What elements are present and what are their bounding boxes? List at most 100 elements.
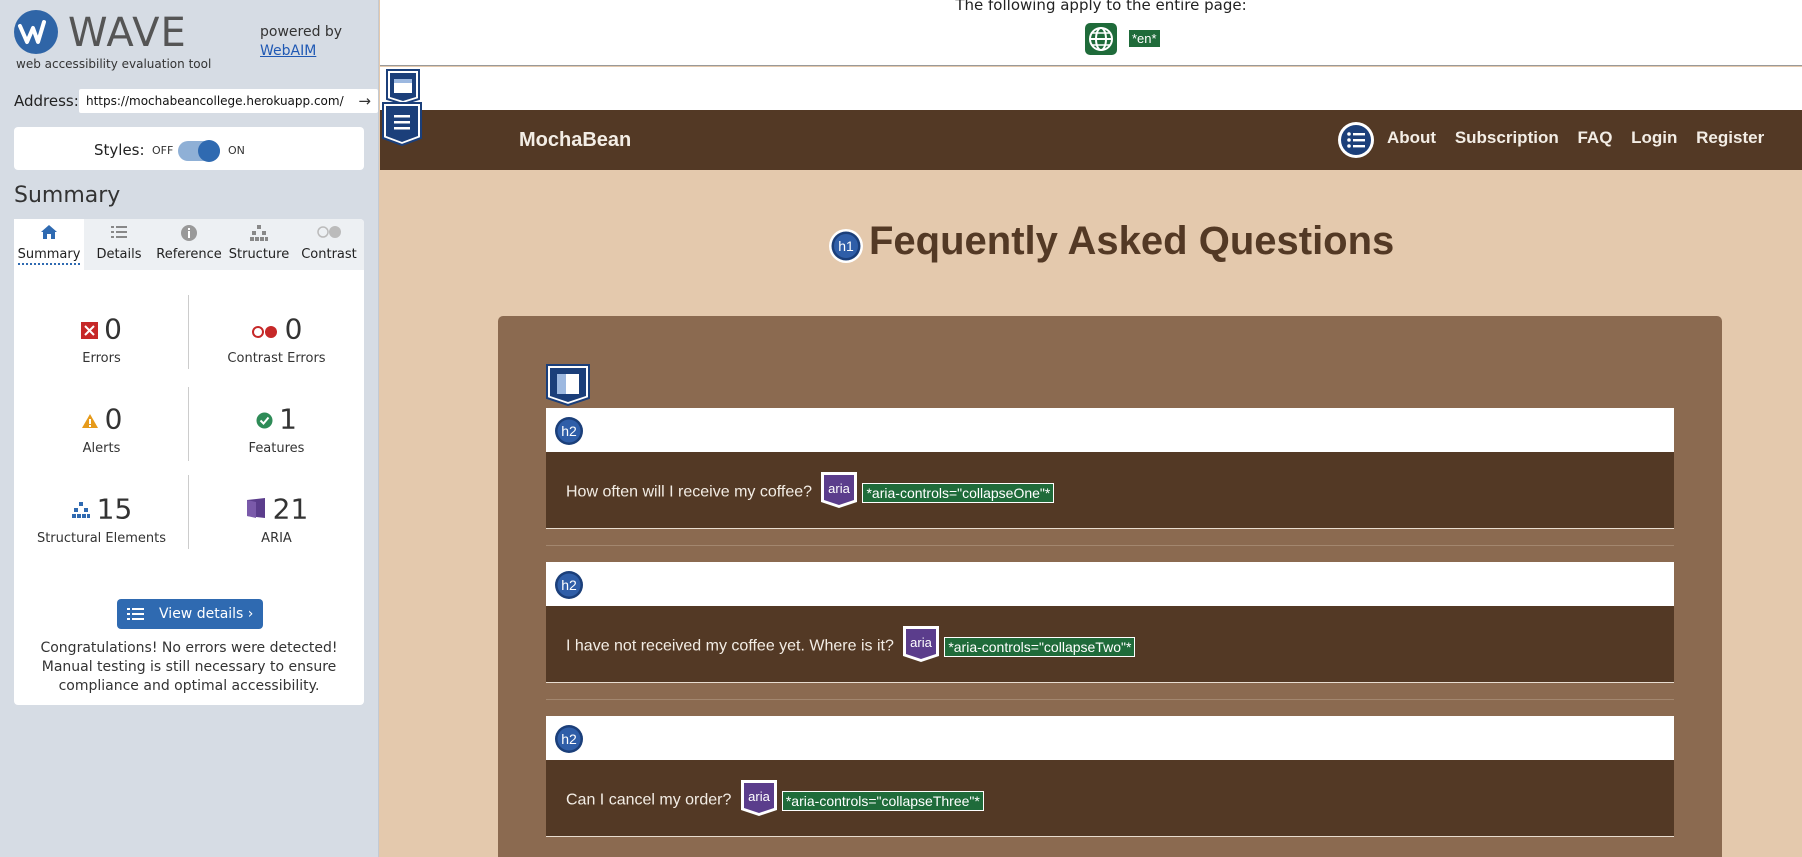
aria-controls-code: *aria-controls="collapseTwo"* [944,636,1136,657]
view-details-button[interactable]: View details › [117,599,263,629]
page-strip [380,67,1802,110]
tab-label: Structure [228,247,290,262]
wave-logo-icon [14,10,58,54]
stat-features[interactable]: 1 Features [189,401,364,457]
page-level-bar: The following apply to the entire page: … [380,0,1802,66]
aria-controls-code: *aria-controls="collapseThree"* [781,790,984,811]
tab-structure[interactable]: Structure [224,219,294,270]
arrow-right-icon[interactable]: → [358,92,371,110]
globe-icon[interactable] [1085,23,1117,55]
styles-off-label: OFF [152,144,174,157]
page-title: Fequently Asked Questions [869,219,1395,263]
aria-badge-text: aria [829,481,851,496]
powered-by: powered by WebAIM [260,23,342,61]
h2-badge-text: h2 [561,577,577,593]
nav-subscription[interactable]: Subscription [1455,128,1559,147]
tab-label: Summary [17,247,81,265]
faq-question-1[interactable]: How often will I receive my coffee? aria… [546,452,1674,529]
summary-panel: Summary Details Reference Structure Cont… [14,219,364,705]
navigation-region-icon[interactable] [382,102,422,150]
contrast-errors-count: 0 [284,312,303,346]
contrast-errors-label: Contrast Errors [227,351,326,366]
errors-count: 0 [104,312,122,346]
address-label: Address: [14,92,79,110]
h2-badge-icon[interactable]: h2 [553,415,585,451]
h2-row: h2 [546,716,1674,760]
styles-on-label: ON [228,144,245,157]
question-row: I have not received my coffee yet. Where… [566,625,1136,668]
view-details-label: View details › [159,606,254,622]
home-icon [14,219,84,243]
address-input[interactable] [86,90,344,112]
nav-list-icon[interactable] [1337,121,1375,163]
question-row: Can I cancel my order? aria *aria-contro… [566,779,984,822]
features-count: 1 [279,402,297,436]
nav-register[interactable]: Register [1696,128,1764,147]
tab-label: Details [96,247,142,262]
aria-label: ARIA [261,531,292,546]
wave-sidebar: WAVE web accessibility evaluation tool p… [0,0,379,857]
aria-badge-icon[interactable]: aria [902,625,940,668]
divider [546,699,1674,700]
evaluated-page: The following apply to the entire page: … [380,0,1802,857]
powered-by-text: powered by [260,24,343,40]
tab-details[interactable]: Details [84,219,154,270]
h1-badge-text: h1 [838,238,854,254]
language-tag: *en* [1128,29,1161,48]
h2-badge-text: h2 [561,731,577,747]
webaim-link[interactable]: WebAIM [260,42,342,61]
aria-badge-icon[interactable]: aria [740,779,778,822]
info-icon [154,219,224,243]
stat-aria[interactable]: 21 ARIA [189,491,364,546]
styles-toggle-box: Styles: OFF ON [14,127,364,170]
question-text: Can I cancel my order? [566,791,732,809]
aria-icon [245,493,267,526]
summary-title: Summary [14,183,121,208]
structure-icon [71,493,91,526]
stat-contrast-errors[interactable]: 0 Contrast Errors [189,311,364,367]
question-text: How often will I receive my coffee? [566,483,813,501]
site-brand[interactable]: MochaBean [519,129,631,152]
stat-errors[interactable]: 0 Errors [14,311,189,366]
site-navbar: MochaBean About Subscription FAQ Login R… [380,102,1802,170]
aria-controls-code: *aria-controls="collapseOne"* [862,482,1055,503]
stat-structural[interactable]: 15 Structural Elements [14,491,189,547]
nav-faq[interactable]: FAQ [1577,128,1612,147]
h2-badge-icon[interactable]: h2 [553,723,585,759]
features-label: Features [248,441,305,456]
h2-badge-icon[interactable]: h2 [553,569,585,605]
h2-badge-text: h2 [561,423,577,439]
stat-alerts[interactable]: 0 Alerts [14,401,189,456]
styles-toggle[interactable] [178,140,220,162]
nav-about[interactable]: About [1387,128,1436,147]
h2-row: h2 [546,562,1674,606]
address-box: → [79,89,378,113]
tab-label: Reference [156,247,222,262]
tab-contrast[interactable]: Contrast [294,219,364,270]
structural-label: Structural Elements [36,531,167,546]
list-icon [126,606,149,622]
nav-login[interactable]: Login [1631,128,1677,147]
wave-brand: WAVE [68,10,187,56]
h2-row: h2 [546,408,1674,452]
contrast-error-icon [251,313,279,346]
faq-question-3[interactable]: Can I cancel my order? aria *aria-contro… [546,760,1674,837]
faq-question-2[interactable]: I have not received my coffee yet. Where… [546,606,1674,683]
h1-badge-icon[interactable]: h1 [828,228,864,268]
check-icon [256,403,273,436]
tab-label: Contrast [301,247,357,262]
panel-tabs: Summary Details Reference Structure Cont… [14,219,364,270]
list-icon [84,219,154,243]
region-icon[interactable] [546,364,590,410]
nav-links: About Subscription FAQ Login Register [1387,128,1778,148]
alerts-label: Alerts [82,441,121,456]
tab-summary[interactable]: Summary [14,219,84,270]
hierarchy-icon [224,219,294,243]
congrats-message: Congratulations! No errors were detected… [40,640,338,694]
aria-badge-icon[interactable]: aria [820,471,858,514]
apply-text: The following apply to the entire page: [955,0,1247,14]
tab-reference[interactable]: Reference [154,219,224,270]
alerts-count: 0 [104,402,123,436]
contrast-icon [294,219,364,243]
aria-badge-text: aria [910,635,932,650]
